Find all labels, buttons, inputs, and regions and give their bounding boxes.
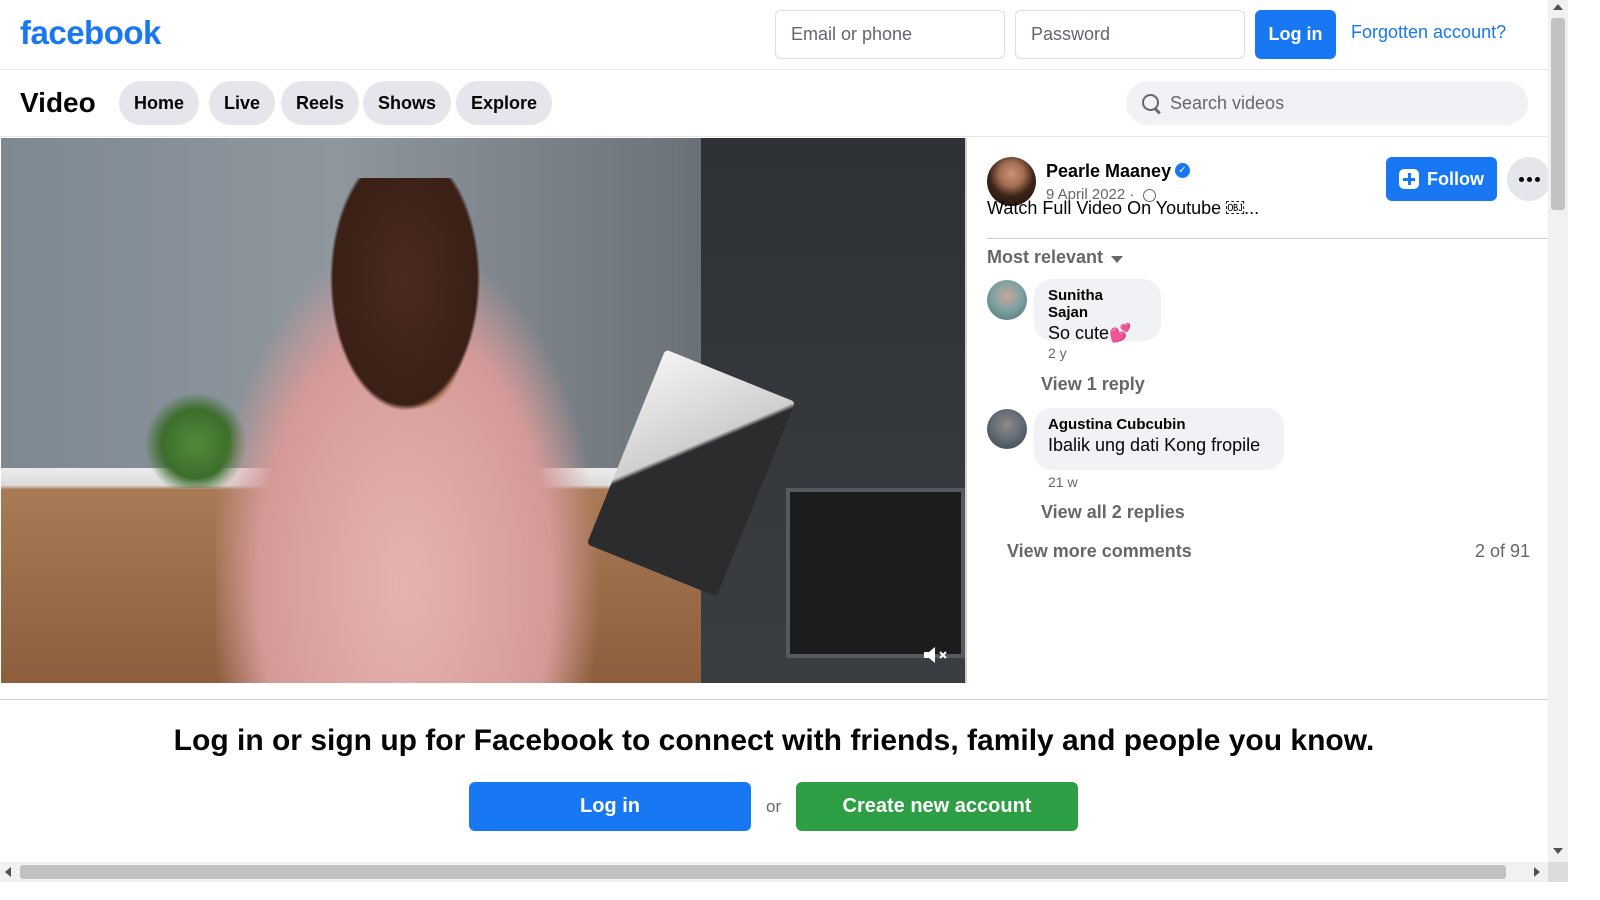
login-button[interactable]: Log in — [1255, 10, 1336, 59]
comment-text: So cute💕 — [1048, 323, 1132, 343]
search-videos-input[interactable]: Search videos — [1126, 81, 1528, 125]
banner-login-button[interactable]: Log in — [469, 782, 751, 831]
comment-text: Ibalik ung dati Kong fropile — [1048, 435, 1261, 455]
login-banner: Log in or sign up for Facebook to connec… — [0, 699, 1548, 861]
tab-home[interactable]: Home — [119, 81, 200, 125]
video-player[interactable] — [1, 138, 965, 683]
caret-down-icon — [1111, 255, 1124, 263]
or-separator: or — [766, 797, 782, 816]
more-options-button[interactable] — [1507, 157, 1551, 201]
scroll-left-icon[interactable] — [5, 867, 11, 877]
divider — [987, 238, 1548, 239]
view-replies-link[interactable]: View all 2 replies — [1041, 502, 1185, 523]
comment-count: 2 of 91 — [1475, 541, 1531, 561]
author-name[interactable]: Pearle Maaney — [1046, 161, 1171, 182]
tab-reels[interactable]: Reels — [281, 81, 360, 125]
sort-label: Most relevant — [987, 247, 1104, 267]
scroll-right-icon[interactable] — [1534, 867, 1540, 877]
comment-bubble: Agustina Cubcubin Ibalik ung dati Kong f… — [1034, 408, 1284, 470]
banner-title: Log in or sign up for Facebook to connec… — [173, 724, 1375, 757]
horizontal-scroll-thumb[interactable] — [20, 865, 1506, 879]
follow-button[interactable]: Follow — [1386, 157, 1497, 201]
video-nav: Video Home Live Reels Shows Explore Sear… — [0, 70, 1548, 137]
vertical-scroll-thumb[interactable] — [1551, 18, 1565, 210]
commenter-avatar[interactable] — [987, 409, 1027, 449]
view-more-comments-link[interactable]: View more comments — [1007, 541, 1192, 562]
follow-icon — [1399, 169, 1419, 189]
tab-shows[interactable]: Shows — [363, 81, 452, 125]
follow-label: Follow — [1427, 168, 1484, 189]
comment-sort-dropdown[interactable]: Most relevant — [987, 247, 1124, 268]
password-field[interactable] — [1015, 10, 1245, 59]
comment-time[interactable]: 21 w — [1048, 474, 1078, 490]
mute-icon[interactable] — [922, 644, 950, 666]
create-account-button[interactable]: Create new account — [796, 782, 1078, 831]
verified-badge-icon: ✓ — [1175, 163, 1190, 178]
search-icon — [1140, 92, 1162, 114]
horizontal-scrollbar[interactable] — [0, 862, 1548, 882]
top-bar: facebook Log in Forgotten account? — [0, 0, 1568, 70]
tab-live[interactable]: Live — [209, 81, 276, 125]
commenter-name[interactable]: Sunitha Sajan — [1048, 287, 1147, 321]
post-caption: Watch Full Video On Youtube ￼... — [987, 198, 1260, 218]
commenter-avatar[interactable] — [987, 280, 1027, 320]
view-replies-link[interactable]: View 1 reply — [1041, 374, 1145, 395]
commenter-name[interactable]: Agustina Cubcubin — [1048, 416, 1270, 433]
search-placeholder: Search videos — [1170, 92, 1285, 113]
scroll-up-icon[interactable] — [1553, 4, 1563, 10]
comment-bubble: Sunitha Sajan So cute💕 — [1034, 279, 1161, 343]
facebook-logo[interactable]: facebook — [20, 14, 161, 52]
forgot-account-link[interactable]: Forgotten account? — [1351, 22, 1506, 43]
page-title: Video — [20, 87, 96, 118]
email-field[interactable] — [775, 10, 1005, 59]
tab-explore[interactable]: Explore — [456, 81, 553, 125]
comment-time[interactable]: 2 y — [1048, 345, 1067, 361]
vertical-scrollbar[interactable] — [1548, 0, 1568, 862]
scroll-down-icon[interactable] — [1553, 848, 1563, 854]
